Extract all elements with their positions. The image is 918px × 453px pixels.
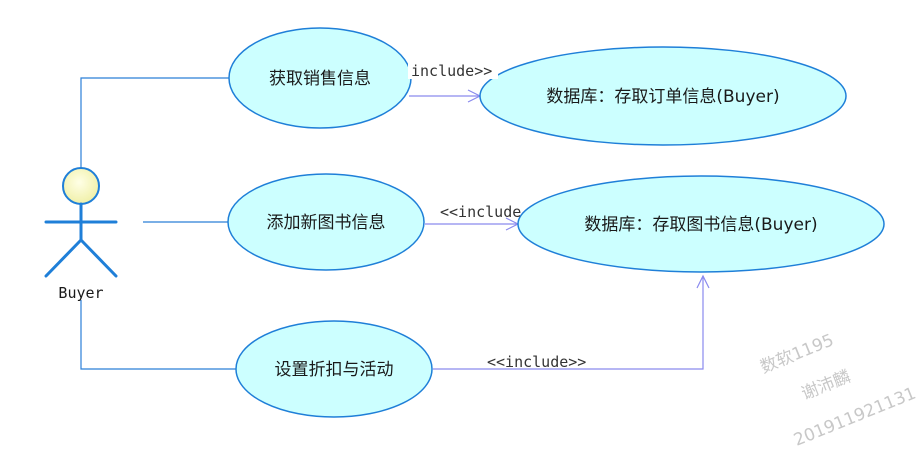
use-case-diagram: 获取销售信息 添加新图书信息 设置折扣与活动 数据库：存取订单信息(Buyer)… — [44, 27, 918, 451]
actor-body — [44, 202, 118, 278]
use-case-discount[interactable]: 设置折扣与活动 — [235, 320, 433, 418]
watermark-line2: 谢沛麟 — [799, 367, 854, 405]
include-3-label: <<include>> — [487, 353, 586, 371]
use-case-add-book[interactable]: 添加新图书信息 — [227, 173, 425, 271]
use-case-sales-info[interactable]: 获取销售信息 — [228, 27, 412, 129]
association-sales-info — [80, 77, 229, 168]
association-discount — [80, 300, 236, 370]
use-case-db-book-label: 数据库：存取图书信息(Buyer) — [584, 215, 817, 235]
use-case-db-order-label: 数据库：存取订单信息(Buyer) — [546, 87, 779, 107]
include-2-label: <<include — [440, 203, 521, 221]
watermark: 数软1195 谢沛麟 201911921131 — [758, 330, 918, 450]
include-1-label: include>> — [411, 62, 492, 80]
use-case-discount-label: 设置折扣与活动 — [275, 360, 394, 380]
use-case-sales-info-label: 获取销售信息 — [269, 69, 371, 89]
watermark-line1: 数软1195 — [758, 330, 837, 377]
use-case-db-order[interactable]: 数据库：存取订单信息(Buyer) — [479, 46, 847, 146]
actor-head — [62, 167, 100, 205]
use-case-db-book[interactable]: 数据库：存取图书信息(Buyer) — [517, 175, 885, 273]
actor-buyer[interactable]: Buyer — [44, 167, 118, 302]
use-case-add-book-label: 添加新图书信息 — [267, 213, 386, 233]
actor-label: Buyer — [58, 284, 103, 302]
